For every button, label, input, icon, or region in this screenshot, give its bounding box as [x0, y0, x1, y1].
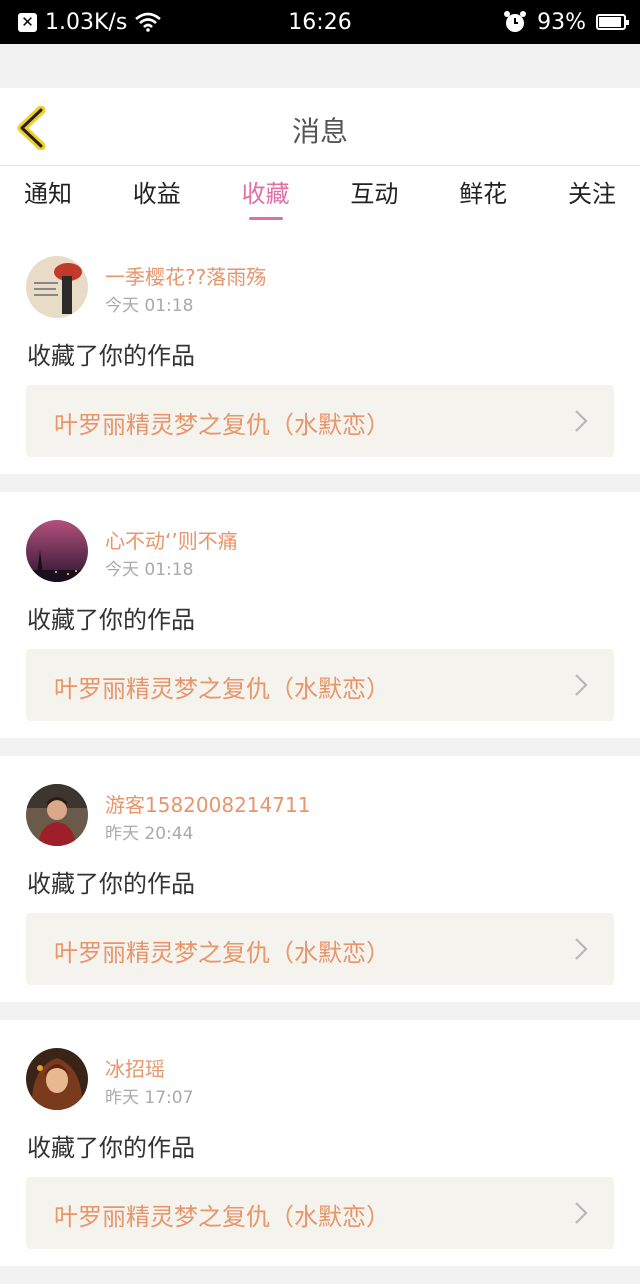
status-bar: ✕ 1.03K/s 16:26 93%: [0, 0, 640, 44]
battery-percent: 93%: [537, 9, 586, 35]
work-title: 叶罗丽精灵梦之复仇（水默恋）: [54, 675, 390, 703]
chevron-right-icon: [575, 410, 588, 432]
tab-following[interactable]: 关注: [568, 166, 616, 228]
tab-notifications[interactable]: 通知: [24, 166, 72, 228]
username[interactable]: 一季樱花??落雨殇: [105, 261, 266, 290]
battery-fill: [599, 17, 622, 27]
chevron-right-icon: [575, 674, 588, 696]
work-link[interactable]: 叶罗丽精灵梦之复仇（水默恋）: [26, 385, 614, 457]
message-card: 一季樱花??落雨殇 今天 01:18 收藏了你的作品 叶罗丽精灵梦之复仇（水默恋…: [0, 228, 640, 474]
work-link[interactable]: 叶罗丽精灵梦之复仇（水默恋）: [26, 649, 614, 721]
work-link[interactable]: 叶罗丽精灵梦之复仇（水默恋）: [26, 913, 614, 985]
action-text: 收藏了你的作品: [27, 1134, 195, 1162]
username[interactable]: 心不动‘’则不痛: [105, 525, 238, 554]
chevron-right-icon: [575, 938, 588, 960]
chevron-left-icon: [17, 105, 46, 151]
timestamp: 昨天 20:44: [105, 824, 194, 844]
username[interactable]: 游客1582008214711: [105, 789, 310, 818]
alarm-icon: [504, 11, 527, 32]
timestamp: 今天 01:18: [105, 296, 194, 316]
spacer: [0, 44, 640, 88]
tab-interactions[interactable]: 互动: [350, 166, 398, 228]
message-card: 游客1582008214711 昨天 20:44 收藏了你的作品 叶罗丽精灵梦之…: [0, 756, 640, 1002]
action-text: 收藏了你的作品: [27, 870, 195, 898]
message-card: 冰招瑶 昨天 17:07 收藏了你的作品 叶罗丽精灵梦之复仇（水默恋）: [0, 1020, 640, 1266]
work-link[interactable]: 叶罗丽精灵梦之复仇（水默恋）: [26, 1177, 614, 1249]
timestamp: 今天 01:18: [105, 560, 194, 580]
avatar[interactable]: [26, 1048, 88, 1110]
action-text: 收藏了你的作品: [27, 606, 195, 634]
tab-earnings[interactable]: 收益: [133, 166, 181, 228]
back-button[interactable]: [14, 105, 54, 151]
tab-favorites[interactable]: 收藏: [242, 166, 290, 228]
message-card: 心不动‘’则不痛 今天 01:18 收藏了你的作品 叶罗丽精灵梦之复仇（水默恋）: [0, 492, 640, 738]
work-title: 叶罗丽精灵梦之复仇（水默恋）: [54, 1203, 390, 1231]
work-title: 叶罗丽精灵梦之复仇（水默恋）: [54, 411, 390, 439]
page-title: 消息: [291, 115, 348, 148]
nav-header: 消息: [0, 88, 640, 166]
tab-flowers[interactable]: 鲜花: [459, 166, 507, 228]
username[interactable]: 冰招瑶: [105, 1053, 165, 1082]
network-speed: 1.03K/s: [45, 9, 128, 35]
action-text: 收藏了你的作品: [27, 342, 195, 370]
work-title: 叶罗丽精灵梦之复仇（水默恋）: [54, 939, 390, 967]
notification-x-icon: ✕: [18, 12, 37, 32]
battery-icon: [596, 14, 629, 30]
avatar[interactable]: [26, 256, 88, 318]
message-list: 一季樱花??落雨殇 今天 01:18 收藏了你的作品 叶罗丽精灵梦之复仇（水默恋…: [0, 228, 640, 1284]
timestamp: 昨天 17:07: [105, 1088, 194, 1108]
wifi-icon: [135, 12, 162, 32]
avatar[interactable]: [26, 784, 88, 846]
avatar[interactable]: [26, 520, 88, 582]
chevron-right-icon: [575, 1202, 588, 1224]
tab-bar: 通知 收益 收藏 互动 鲜花 关注: [0, 166, 640, 228]
